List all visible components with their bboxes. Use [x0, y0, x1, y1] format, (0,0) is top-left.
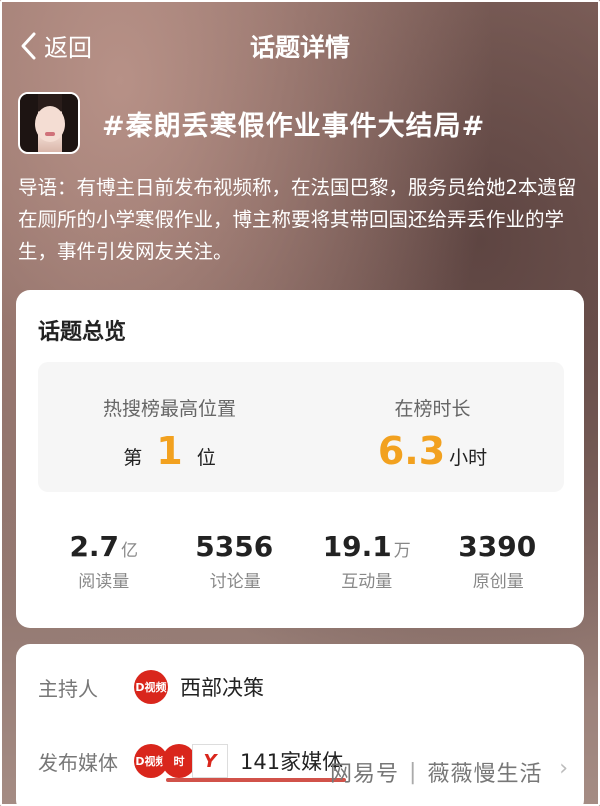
host-logo: D视频: [134, 670, 168, 704]
stat-label: 阅读量: [78, 572, 130, 592]
highest-rank-label: 热搜榜最高位置: [102, 398, 236, 420]
stat-unit: 万: [393, 541, 411, 561]
media-logo: Y: [192, 744, 228, 778]
stat-value: 2.7: [69, 530, 120, 563]
duration-value: 6.3 小时: [301, 431, 564, 471]
media-row[interactable]: 发布媒体 D视频 时 Y 141家媒体: [38, 744, 343, 778]
media-logo: 时: [162, 744, 196, 778]
host-name[interactable]: 西部决策: [180, 672, 264, 702]
watermark-author: 薇薇慢生活: [427, 762, 543, 787]
media-label: 发布媒体: [38, 750, 118, 775]
topic-header: #秦朗丢寒假作业事件大结局#: [18, 92, 485, 154]
stat-interactions: 19.1 万 互动量: [301, 530, 433, 592]
topic-title: #秦朗丢寒假作业事件大结局#: [102, 110, 486, 142]
highest-rank-value: 第 1 位: [38, 431, 301, 471]
watermark: 网易号 | 薇薇慢生活: [330, 756, 542, 788]
duration-unit: 小时: [449, 447, 488, 469]
highest-rank: 热搜榜最高位置 第 1 位: [38, 362, 301, 492]
stat-value: 5356: [195, 530, 274, 563]
stat-reads: 2.7 亿 阅读量: [38, 530, 170, 592]
stat-label: 互动量: [341, 572, 393, 592]
on-list-duration: 在榜时长 6.3 小时: [301, 362, 564, 492]
duration-number: 6.3: [377, 429, 446, 473]
host-row[interactable]: 主持人 D视频 西部决策: [38, 670, 264, 704]
rank-prefix: 第: [123, 447, 143, 469]
rank-summary: 热搜榜最高位置 第 1 位 在榜时长 6.3 小时: [38, 362, 564, 492]
page-title: 话题详情: [249, 33, 350, 62]
media-logos: D视频 时 Y: [134, 744, 228, 778]
watermark-separator: |: [409, 759, 418, 785]
stat-label: 讨论量: [209, 572, 261, 592]
avatar[interactable]: [18, 92, 80, 154]
stats-row: 2.7 亿 阅读量 5356 讨论量 19.1 万 互动量 3390 原创量: [38, 530, 564, 592]
overview-card: 话题总览 热搜榜最高位置 第 1 位 在榜时长 6.3 小时 2.7 亿 阅读量 …: [16, 290, 584, 628]
watermark-source: 网易号: [330, 762, 400, 787]
rank-number: 1: [156, 429, 183, 473]
stat-value: 3390: [458, 530, 537, 563]
navigation-bar: 返回 话题详情: [0, 0, 600, 90]
overview-title: 话题总览: [38, 320, 127, 345]
rank-suffix: 位: [196, 447, 216, 469]
stat-value: 19.1: [322, 530, 392, 563]
media-count[interactable]: 141家媒体: [240, 746, 343, 776]
chevron-right-icon[interactable]: ›: [559, 756, 568, 781]
stat-label: 原创量: [472, 572, 524, 592]
stat-discussions: 5356 讨论量: [170, 530, 302, 592]
stat-unit: 亿: [121, 541, 139, 561]
highlight-underline: [166, 778, 346, 782]
host-label: 主持人: [38, 676, 98, 701]
duration-label: 在榜时长: [394, 398, 471, 420]
stat-originals: 3390 原创量: [433, 530, 565, 592]
topic-intro: 导语：有博主日前发布视频称，在法国巴黎，服务员给她2本遗留在厕所的小学寒假作业，…: [18, 176, 577, 263]
